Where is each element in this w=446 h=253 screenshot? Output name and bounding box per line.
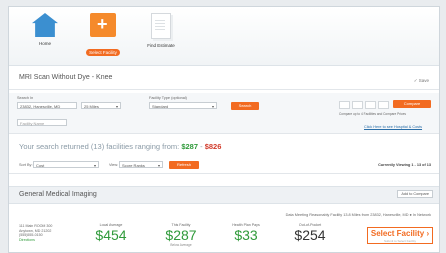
search-in-label: Search In [17,96,34,100]
search-button[interactable]: Search [231,102,259,110]
compare-slot [352,101,363,109]
step-select-facility[interactable]: Select Facility [81,13,125,59]
facility-type-select[interactable]: Standard ▾ [149,102,217,109]
select-facility-label: Select Facility › [370,229,430,238]
step-find-estimate-label: Find Estimate [147,43,175,48]
step-select-facility-label: Select Facility [86,49,120,56]
local-average-column: Local Average $454 [81,223,141,243]
view-select[interactable]: Score Ranks ▾ [119,161,163,168]
add-folder-icon [90,13,116,37]
chevron-down-icon: ▾ [211,104,214,109]
select-facility-sub: Submit to Select Facility [383,239,416,243]
facility-name-placeholder: Facility Name [20,121,45,126]
step-navigation: Home Select Facility Find Estimate [9,7,439,66]
sort-select[interactable]: Cost ▾ [33,161,99,168]
address-line: 111 Main ROOM 300 [19,224,53,228]
facility-address: 111 Main ROOM 300 Anytown, MD 21202 (555… [19,224,52,242]
price-dash: - [200,142,203,151]
facility-price-column: This Facility $287 Below Average [151,223,211,247]
out-of-pocket-column: Out-of-Pocket $254 [280,223,340,243]
chevron-down-icon: ▾ [93,163,96,168]
chevron-down-icon: ▾ [115,104,118,109]
chevron-down-icon: ▾ [157,163,160,168]
hospital-costs-link[interactable]: Click Here to see Hospital & Costs [364,125,422,129]
compare-button[interactable]: Compare [393,100,431,108]
compare-hint: Compare up to 4 Facilities and Compare P… [339,112,406,116]
sort-value: Cost [36,163,45,168]
results-text: Your search returned (13) facilities ran… [19,142,180,151]
facility-distance-text: Data Meeting Reasonably Facility 13.8 Mi… [285,213,431,217]
compare-slot [378,101,389,109]
title-row: MRI Scan Without Dye - Knee ✓ Save [9,67,439,90]
facility-type-value: Standard [152,104,169,109]
section-header: General Medical Imaging Add to Compare [9,186,439,204]
out-of-pocket-value: $254 [294,227,326,243]
plan-pays-column: Health Plan Pays $33 [216,223,276,243]
directions-link[interactable]: Directions [19,238,52,243]
view-value: Score Ranks [122,163,145,168]
location-value: 23832, Hanesville, MD [20,104,61,109]
refresh-button[interactable]: Refresh [169,161,199,169]
plan-pays-value: $33 [234,227,258,243]
document-icon [151,13,171,39]
main-panel: Home Select Facility Find Estimate MRI S… [8,6,440,253]
search-area: Search In 23832, Hanesville, MD 25 Miles… [9,93,439,134]
facility-price-value: $287 [165,227,197,243]
sort-row: Sort By: Cost ▾ View: Score Ranks ▾ Refr… [9,157,439,174]
facility-row: 111 Main ROOM 300 Anytown, MD 21202 (555… [9,221,439,252]
facility-price-sub: Below Average [170,243,192,247]
compare-slot [365,101,376,109]
select-facility-button[interactable]: Select Facility › Submit to Select Facil… [367,227,433,244]
home-icon [32,13,58,37]
sort-by-label: Sort By: [19,163,33,167]
radius-select[interactable]: 25 Miles ▾ [81,102,121,109]
facility-type-label: Facility Type (optional) [149,96,187,100]
results-summary: Your search returned (13) facilities ran… [19,142,221,151]
facility-name-input[interactable]: Facility Name [17,119,67,126]
showing-count: Currently Viewing 1 - 13 of 13 [378,163,431,167]
radius-value: 25 Miles [84,104,99,109]
save-button[interactable]: ✓ Save [414,78,429,84]
low-price: $287 [181,142,198,151]
view-label: View: [109,163,119,167]
local-average-value: $454 [95,227,127,243]
step-find-estimate[interactable]: Find Estimate [139,13,183,48]
high-price: $826 [204,142,222,151]
add-to-compare-button[interactable]: Add to Compare [397,190,433,198]
section-title: General Medical Imaging [19,191,97,198]
page-title: MRI Scan Without Dye - Knee [19,74,113,81]
compare-slot [339,101,350,109]
step-home[interactable]: Home [23,13,67,46]
step-home-label: Home [38,41,51,46]
location-input[interactable]: 23832, Hanesville, MD [17,102,77,109]
facility-info-bar: Data Meeting Reasonably Facility 13.8 Mi… [9,211,439,219]
